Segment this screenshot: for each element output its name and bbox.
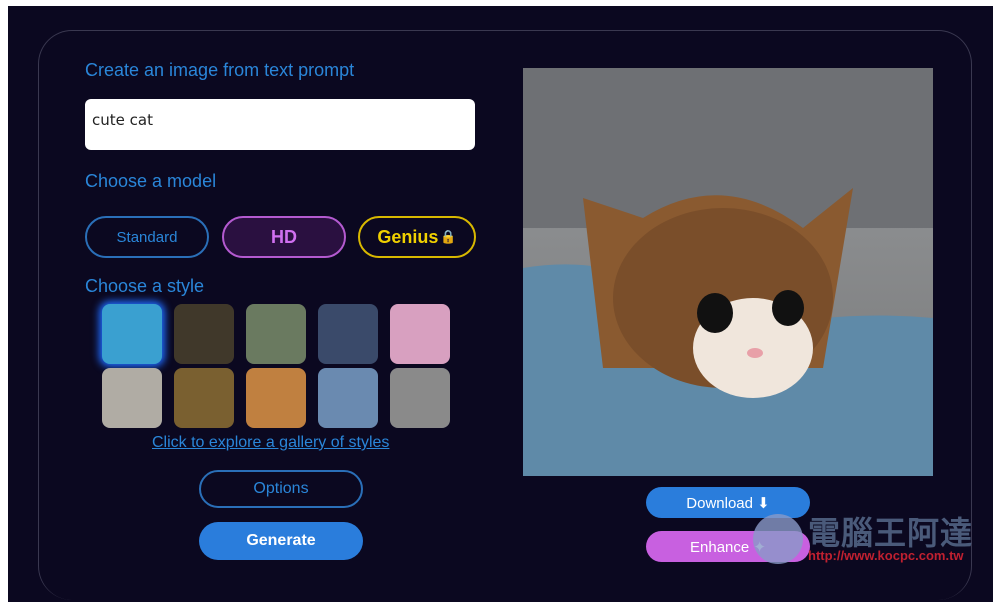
model-hd-button[interactable]: HD xyxy=(222,216,346,258)
generate-button[interactable]: Generate xyxy=(199,522,363,560)
options-label: Options xyxy=(253,480,309,497)
model-label: Genius xyxy=(377,226,439,247)
style-tile-anime-girl[interactable] xyxy=(390,304,450,364)
generate-label: Generate xyxy=(246,532,316,549)
style-tile-flowers[interactable] xyxy=(246,368,306,428)
prompt-heading: Create an image from text prompt xyxy=(85,60,355,80)
style-tile-panda[interactable] xyxy=(174,304,234,364)
style-tile-pencil-car[interactable] xyxy=(102,368,162,428)
watermark-logo: 電腦王阿達 http://www.kocpc.com.tw xyxy=(753,504,983,574)
app-frame: Create an image from text prompt cute ca… xyxy=(8,6,993,602)
style-tile-ballet[interactable] xyxy=(318,368,378,428)
mascot-icon xyxy=(753,514,803,564)
options-button[interactable]: Options xyxy=(199,470,363,508)
gallery-link[interactable]: Click to explore a gallery of styles xyxy=(152,434,389,452)
lock-icon: 🔒 xyxy=(440,229,457,244)
style-tile-abstract-paint[interactable] xyxy=(102,304,162,364)
watermark-url: http://www.kocpc.com.tw xyxy=(808,548,964,563)
style-grid xyxy=(102,304,450,428)
style-tile-sketch-city[interactable] xyxy=(390,368,450,428)
generated-image xyxy=(523,68,933,476)
prompt-input[interactable]: cute cat xyxy=(85,99,475,150)
style-tile-robot[interactable] xyxy=(318,304,378,364)
model-genius-button[interactable]: Genius 🔒 xyxy=(358,216,476,258)
model-label: HD xyxy=(271,226,297,247)
style-heading: Choose a style xyxy=(85,276,205,296)
model-heading: Choose a model xyxy=(85,171,217,191)
model-standard-button[interactable]: Standard xyxy=(85,216,209,258)
style-tile-landscape[interactable] xyxy=(246,304,306,364)
model-label: Standard xyxy=(116,228,178,246)
style-tile-mona-lisa[interactable] xyxy=(174,368,234,428)
